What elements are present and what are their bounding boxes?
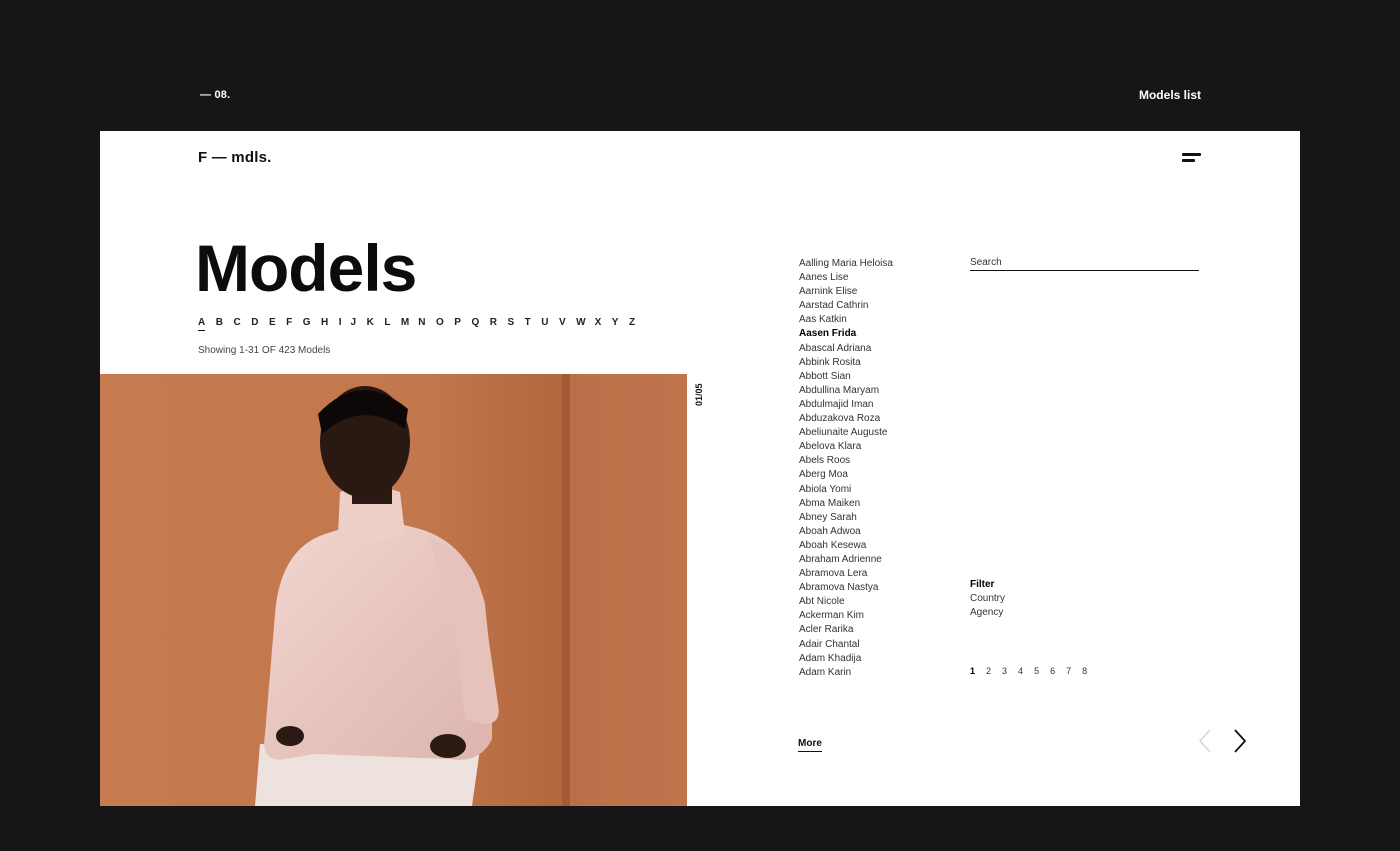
model-name-item[interactable]: Ackerman Kim: [799, 609, 893, 623]
model-name-item[interactable]: Abramova Nastya: [799, 581, 893, 595]
page-1[interactable]: 1: [970, 666, 975, 676]
page-8[interactable]: 8: [1082, 666, 1087, 676]
model-name-item[interactable]: Abels Roos: [799, 454, 893, 468]
letter-v[interactable]: V: [559, 317, 566, 331]
letter-n[interactable]: N: [418, 317, 425, 331]
pagination: 1 2 3 4 5 6 7 8: [970, 666, 1098, 676]
search-input[interactable]: [970, 257, 1199, 271]
alphabet-nav: ABCDEFGHIJKLMNOPQRSTUVWXYZ: [198, 317, 646, 331]
letter-r[interactable]: R: [490, 317, 497, 331]
model-name-item[interactable]: Aas Katkin: [799, 313, 893, 327]
page-7[interactable]: 7: [1066, 666, 1071, 676]
model-name-item[interactable]: Abdulmajid Iman: [799, 398, 893, 412]
letter-j[interactable]: J: [351, 317, 357, 331]
page-card: F — mdls. Models ABCDEFGHIJKLMNOPQRSTUVW…: [100, 131, 1300, 806]
model-name-item[interactable]: Abiola Yomi: [799, 483, 893, 497]
letter-z[interactable]: Z: [629, 317, 635, 331]
model-name-item[interactable]: Aanes Lise: [799, 271, 893, 285]
model-name-item[interactable]: Abelova Klara: [799, 440, 893, 454]
next-arrow-icon[interactable]: [1233, 728, 1247, 754]
model-name-item[interactable]: Abt Nicole: [799, 595, 893, 609]
results-count: Showing 1-31 OF 423 Models: [198, 345, 331, 356]
letter-b[interactable]: B: [216, 317, 223, 331]
model-name-item[interactable]: Abascal Adriana: [799, 342, 893, 356]
model-name-item[interactable]: Abduzakova Roza: [799, 412, 893, 426]
model-name-item[interactable]: Adam Karin: [799, 666, 893, 680]
model-photo: [100, 374, 687, 806]
letter-s[interactable]: S: [507, 317, 514, 331]
filter-title: Filter: [970, 579, 995, 590]
model-name-item[interactable]: Abbink Rosita: [799, 356, 893, 370]
top-section-title: Models list: [1138, 88, 1201, 102]
prev-arrow-icon[interactable]: [1198, 728, 1212, 754]
letter-q[interactable]: Q: [471, 317, 479, 331]
letter-u[interactable]: U: [541, 317, 548, 331]
more-link[interactable]: More: [798, 738, 822, 752]
letter-h[interactable]: H: [321, 317, 328, 331]
letter-t[interactable]: T: [525, 317, 531, 331]
menu-icon[interactable]: [1182, 153, 1202, 165]
letter-o[interactable]: O: [436, 317, 444, 331]
top-index: — 08.: [200, 89, 231, 101]
letter-p[interactable]: P: [454, 317, 461, 331]
model-name-item[interactable]: Abney Sarah: [799, 511, 893, 525]
model-name-item[interactable]: Adam Khadija: [799, 652, 893, 666]
page-4[interactable]: 4: [1018, 666, 1023, 676]
model-name-item[interactable]: Aberg Moa: [799, 468, 893, 482]
page-5[interactable]: 5: [1034, 666, 1039, 676]
model-name-item[interactable]: Aarstad Cathrin: [799, 299, 893, 313]
filter-panel: Filter Country Agency: [970, 578, 1005, 620]
page-6[interactable]: 6: [1050, 666, 1055, 676]
page-3[interactable]: 3: [1002, 666, 1007, 676]
model-name-item[interactable]: Aalling Maria Heloisa: [799, 257, 893, 271]
letter-c[interactable]: C: [233, 317, 240, 331]
letter-d[interactable]: D: [251, 317, 258, 331]
letter-w[interactable]: W: [576, 317, 585, 331]
letter-m[interactable]: M: [401, 317, 409, 331]
model-name-item[interactable]: Aasen Frida: [799, 327, 893, 341]
letter-a[interactable]: A: [198, 317, 206, 331]
letter-k[interactable]: K: [367, 317, 374, 331]
letter-x[interactable]: X: [595, 317, 602, 331]
model-name-item[interactable]: Abraham Adrienne: [799, 553, 893, 567]
letter-g[interactable]: G: [303, 317, 311, 331]
letter-f[interactable]: F: [286, 317, 292, 331]
model-name-item[interactable]: Adair Chantal: [799, 638, 893, 652]
model-name-item[interactable]: Abeliunaite Auguste: [799, 426, 893, 440]
slide-counter: 01/05: [694, 383, 704, 406]
model-name-list: Aalling Maria Heloisa Aanes Lise Aarnink E…: [799, 257, 893, 680]
model-name-item[interactable]: Abdullina Maryam: [799, 384, 893, 398]
page-title: Models: [195, 231, 417, 305]
model-name-item[interactable]: Abma Maiken: [799, 497, 893, 511]
filter-country[interactable]: Country: [970, 592, 1005, 606]
model-name-item[interactable]: Aboah Kesewa: [799, 539, 893, 553]
model-name-item[interactable]: Abbott Sian: [799, 370, 893, 384]
filter-agency[interactable]: Agency: [970, 606, 1005, 620]
model-name-item[interactable]: Acler Rarika: [799, 623, 893, 637]
letter-l[interactable]: L: [384, 317, 390, 331]
logo[interactable]: F — mdls.: [198, 149, 271, 166]
model-name-item[interactable]: Aarnink Elise: [799, 285, 893, 299]
page-2[interactable]: 2: [986, 666, 991, 676]
letter-i[interactable]: I: [339, 317, 342, 331]
letter-e[interactable]: E: [269, 317, 276, 331]
letter-y[interactable]: Y: [612, 317, 619, 331]
model-name-item[interactable]: Aboah Adwoa: [799, 525, 893, 539]
model-name-item[interactable]: Abramova Lera: [799, 567, 893, 581]
